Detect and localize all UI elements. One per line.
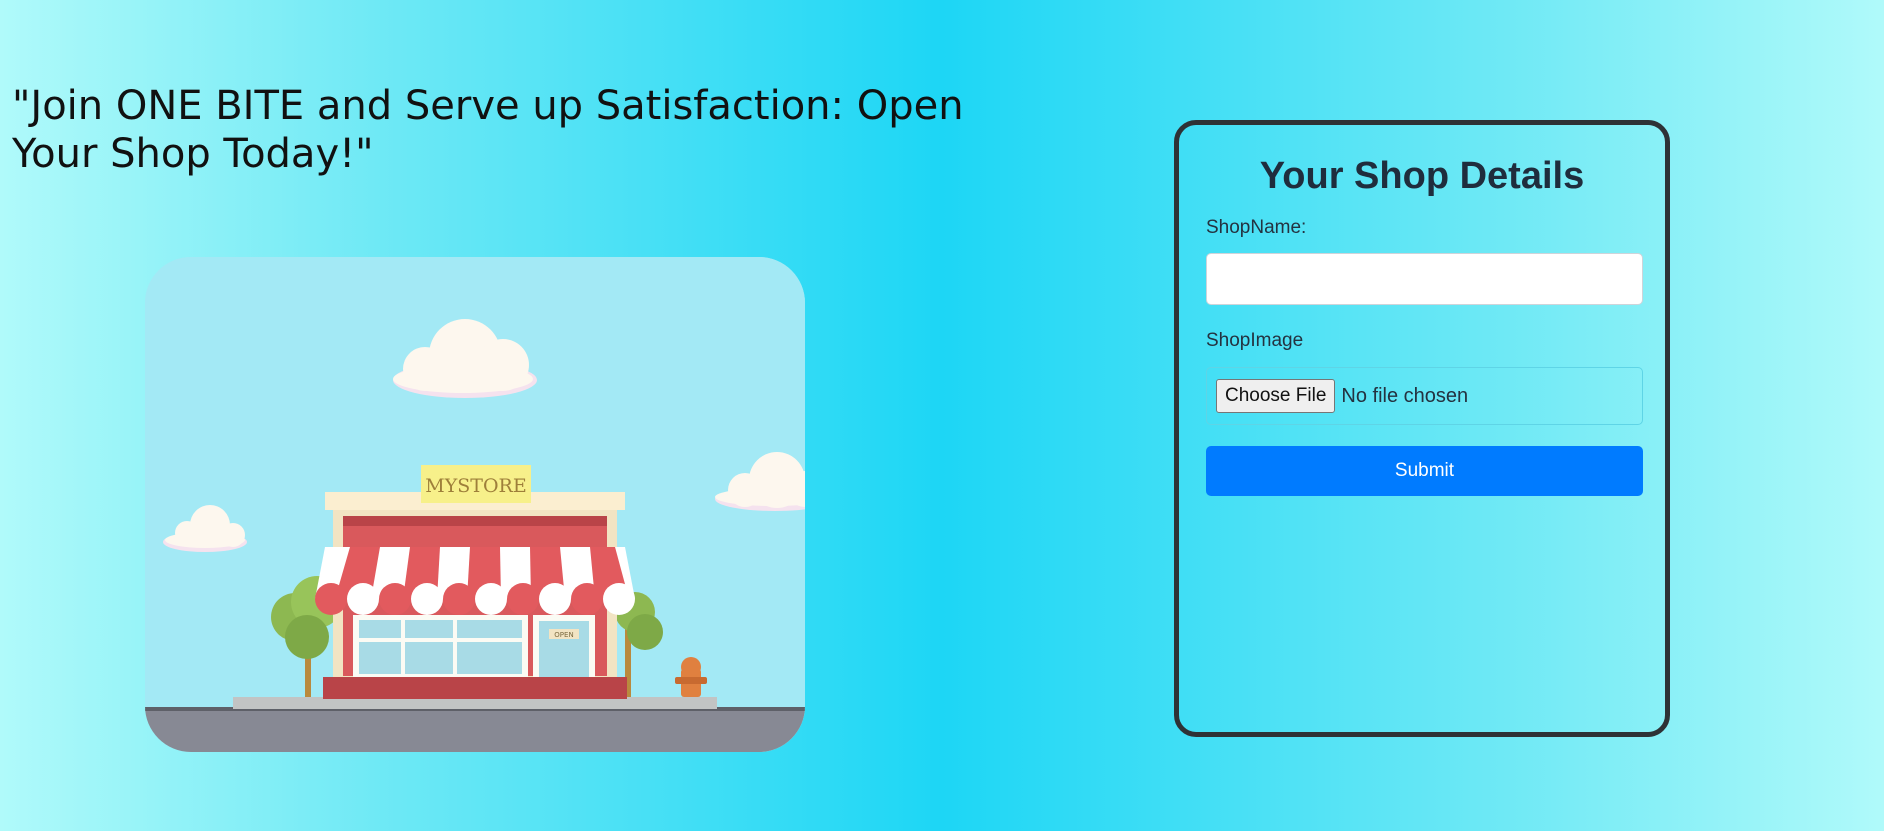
shop-image-label: ShopImage (1206, 330, 1304, 351)
door-open-sign: OPEN (554, 631, 573, 639)
shop-details-form: Your Shop Details ShopName: ShopImage Ch… (1174, 120, 1670, 737)
form-title: Your Shop Details (1259, 155, 1585, 197)
store-sign-text: MYSTORE (425, 475, 526, 497)
shop-name-label: ShopName: (1206, 217, 1307, 238)
shop-image-file-input[interactable]: Choose File No file chosen (1206, 367, 1643, 425)
submit-button[interactable]: Submit (1206, 446, 1643, 496)
file-status-text: No file chosen (1341, 384, 1469, 407)
hero-tagline: "Join ONE BITE and Serve up Satisfaction… (12, 83, 964, 177)
shop-name-input[interactable] (1206, 253, 1643, 305)
store-illustration: MYSTORE OPEN (145, 257, 805, 752)
choose-file-button[interactable]: Choose File (1216, 379, 1336, 413)
